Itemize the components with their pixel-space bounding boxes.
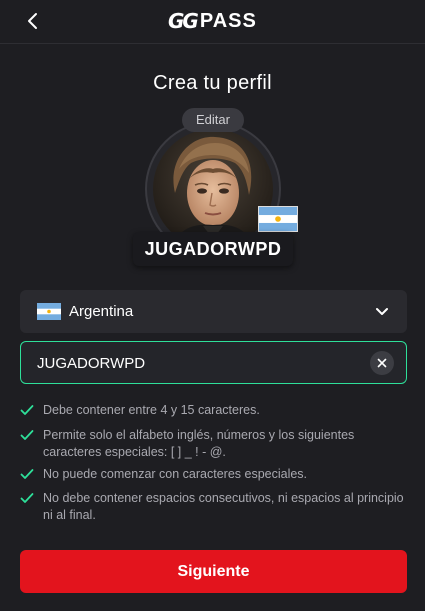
next-button[interactable]: Siguiente [20,550,407,593]
country-selected-value: Argentina [69,303,134,320]
check-icon [20,493,34,503]
chevron-down-icon [376,308,388,315]
chevron-left-icon [28,13,37,29]
nickname-field [20,341,407,384]
nickname-display: JUGADORWPD [133,232,293,266]
close-icon [377,358,387,368]
rule-text: Debe contener entre 4 y 15 caracteres. [43,403,260,417]
ggpass-logo: GG PASS [168,8,257,34]
page-title: Crea tu perfil [153,72,272,94]
check-icon [20,430,34,440]
argentina-flag-icon [37,303,61,320]
nickname-input[interactable] [37,353,357,373]
country-select[interactable]: Argentina [20,290,407,333]
check-icon [20,405,34,415]
rule-text: No puede comenzar con caracteres especia… [43,467,308,481]
rule-text: No debe contener espacios consecutivos, … [43,491,404,522]
logo-gg: GG [168,9,199,33]
clear-input-button[interactable] [370,351,394,375]
back-button[interactable] [20,8,46,34]
argentina-flag-icon [258,206,298,232]
check-icon [20,469,34,479]
avatar[interactable] [153,129,273,249]
header: GG PASS [0,0,425,44]
avatar-portrait [153,129,273,249]
logo-pass: PASS [199,9,257,32]
rule-text: Permite solo el alfabeto inglés, números… [43,428,355,459]
edit-avatar-button[interactable]: Editar [182,108,244,132]
